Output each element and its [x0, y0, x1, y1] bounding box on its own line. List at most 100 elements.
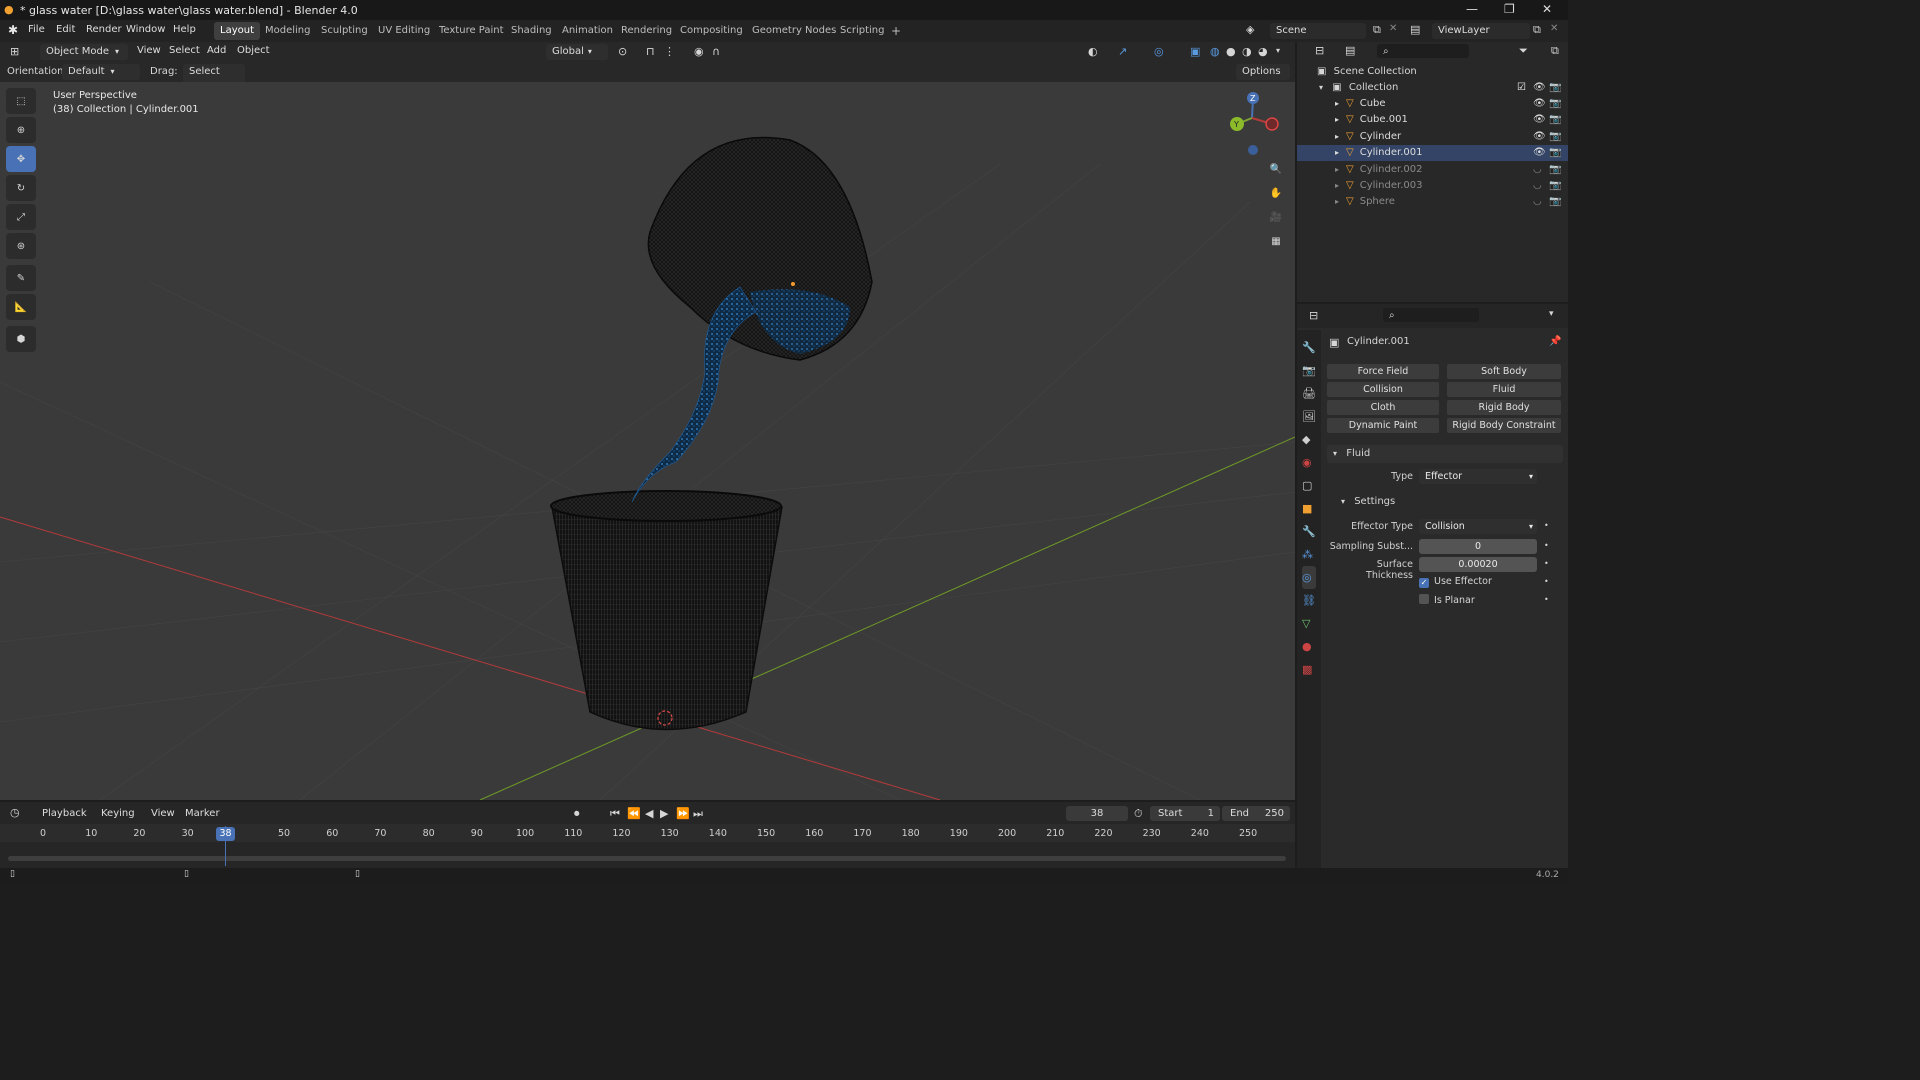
filter-icon[interactable]: ⏷	[1519, 44, 1528, 58]
xray-toggle-icon[interactable]: ▣	[1190, 45, 1200, 58]
outliner-search[interactable]: ⌕	[1377, 44, 1469, 58]
expand-icon[interactable]: ▸	[1335, 197, 1339, 206]
tab-animation[interactable]: Animation	[556, 22, 619, 40]
eye-icon[interactable]: 👁	[1533, 129, 1546, 145]
include-checkbox[interactable]: ☑	[1517, 80, 1526, 96]
timeline-scrollbar[interactable]	[8, 856, 1286, 861]
expand-icon[interactable]: ▸	[1335, 181, 1339, 190]
expand-icon[interactable]: ▾	[1319, 83, 1323, 92]
annotate-tool-icon[interactable]: ✎	[6, 265, 36, 291]
new-collection-icon[interactable]: ⧉	[1551, 44, 1559, 58]
camera-icon[interactable]: 📷	[1549, 80, 1561, 96]
soft-body-button[interactable]: Soft Body	[1447, 364, 1561, 379]
camera-icon[interactable]: 📷	[1549, 178, 1561, 194]
menu-add[interactable]: Add	[207, 45, 226, 56]
material-tab-icon[interactable]: ●	[1302, 635, 1316, 658]
data-tab-icon[interactable]: ▽	[1302, 612, 1316, 635]
is-planar-checkbox[interactable]: Is Planar	[1419, 594, 1475, 606]
rigid-body-button[interactable]: Rigid Body	[1447, 400, 1561, 415]
camera-icon[interactable]: 📷	[1549, 162, 1561, 178]
3d-viewport[interactable]: User Perspective (38) Collection | Cylin…	[0, 82, 1295, 800]
expand-icon[interactable]: ▸	[1335, 148, 1339, 157]
eye-icon[interactable]: 👁	[1533, 80, 1546, 96]
options-button[interactable]: Options	[1236, 64, 1290, 80]
snap-icon[interactable]: ⊓	[646, 45, 655, 58]
expand-icon[interactable]: ▸	[1335, 115, 1339, 124]
visibility-icon[interactable]: ◐	[1088, 45, 1098, 58]
delete-view-layer-icon[interactable]: ✕	[1550, 23, 1558, 34]
pivot-icon[interactable]: ⊙	[618, 45, 627, 58]
tab-scripting[interactable]: Scripting	[834, 22, 890, 40]
outliner-item-cylinder-002[interactable]: ▸ ▽ Cylinder.002 ◡ 📷	[1297, 162, 1568, 178]
keyframe-dot-icon[interactable]: •	[1544, 521, 1549, 530]
use-effector-checkbox[interactable]: ✓ Use Effector	[1419, 576, 1492, 588]
play-icon[interactable]: ▶	[660, 807, 668, 820]
dynamic-paint-button[interactable]: Dynamic Paint	[1327, 418, 1439, 433]
tab-uv-editing[interactable]: UV Editing	[372, 22, 436, 40]
menu-select[interactable]: Select	[169, 45, 200, 56]
menu-view[interactable]: View	[137, 45, 161, 56]
scene-tab-icon[interactable]: ◆	[1302, 428, 1316, 451]
record-icon[interactable]: ⏺	[574, 807, 580, 821]
expand-icon[interactable]: ▸	[1335, 165, 1339, 174]
render-tab-icon[interactable]: 📷	[1302, 359, 1316, 382]
force-field-button[interactable]: Force Field	[1327, 364, 1439, 379]
material-shading-icon[interactable]: ◑	[1242, 45, 1252, 58]
rendered-shading-icon[interactable]: ◕	[1258, 45, 1268, 58]
menu-object[interactable]: Object	[237, 45, 270, 56]
menu-window[interactable]: Window	[126, 24, 165, 35]
pan-hand-icon[interactable]: ✋	[1265, 182, 1287, 204]
constraints-tab-icon[interactable]: ⛓	[1302, 589, 1316, 612]
outliner-editor-icon[interactable]: ⊟	[1315, 44, 1324, 57]
menu-file[interactable]: File	[28, 24, 45, 35]
expand-icon[interactable]: ▸	[1335, 132, 1339, 141]
proportional-edit-icon[interactable]: ◉	[694, 45, 704, 58]
outliner-scene-collection[interactable]: ▣ Scene Collection	[1297, 64, 1568, 80]
rigid-body-constraint-button[interactable]: Rigid Body Constraint	[1447, 418, 1561, 433]
new-scene-icon[interactable]: ⧉	[1373, 23, 1381, 37]
gizmo-neg-z-axis[interactable]	[1248, 145, 1258, 155]
measure-tool-icon[interactable]: 📐	[6, 294, 36, 320]
outliner-item-cylinder[interactable]: ▸ ▽ Cylinder 👁 📷	[1297, 129, 1568, 145]
play-reverse-icon[interactable]: ◀	[645, 807, 653, 820]
timeline-editor-icon[interactable]: ◷	[10, 806, 20, 819]
outliner-item-cube-001[interactable]: ▸ ▽ Cube.001 👁 📷	[1297, 112, 1568, 128]
menu-marker[interactable]: Marker	[185, 808, 220, 819]
eye-closed-icon[interactable]: ◡	[1533, 194, 1542, 210]
transform-tool-icon[interactable]: ⊛	[6, 233, 36, 259]
minimize-button[interactable]: —	[1466, 2, 1478, 16]
object-tab-icon[interactable]: ■	[1302, 497, 1316, 520]
camera-view-icon[interactable]: 🎥	[1265, 206, 1287, 228]
properties-search[interactable]: ⌕	[1383, 308, 1479, 322]
collection-tab-icon[interactable]: ▢	[1302, 474, 1316, 497]
tab-sculpting[interactable]: Sculpting	[315, 22, 374, 40]
camera-icon[interactable]: 📷	[1549, 96, 1561, 112]
delete-scene-icon[interactable]: ✕	[1389, 23, 1397, 34]
orientation-selector[interactable]: Default ▾	[62, 64, 140, 80]
outliner-collection[interactable]: ▾ ▣ Collection ☑ 👁 📷	[1297, 80, 1568, 96]
keyframe-dot-icon[interactable]: •	[1544, 595, 1549, 604]
tab-texture-paint[interactable]: Texture Paint	[433, 22, 510, 40]
blender-menu-icon[interactable]: ✱	[8, 23, 18, 37]
end-frame-field[interactable]: End 250	[1222, 806, 1290, 821]
physics-tab-icon[interactable]: ◎	[1302, 566, 1316, 589]
camera-icon[interactable]: 📷	[1549, 194, 1561, 210]
view-layer-selector[interactable]: ViewLayer	[1432, 23, 1530, 39]
mode-selector[interactable]: Object Mode ▾	[40, 44, 128, 60]
outliner-item-sphere[interactable]: ▸ ▽ Sphere ◡ 📷	[1297, 194, 1568, 210]
snap-target-icon[interactable]: ⋮	[664, 45, 675, 58]
cursor-tool-icon[interactable]: ⊕	[6, 117, 36, 143]
display-mode-icon[interactable]: ▤	[1345, 44, 1355, 57]
add-cube-tool-icon[interactable]: ⬢	[6, 326, 36, 352]
menu-help[interactable]: Help	[173, 24, 196, 35]
close-button[interactable]: ✕	[1542, 2, 1552, 16]
overlay-toggle-icon[interactable]: ◎	[1154, 45, 1164, 58]
select-box-tool-icon[interactable]: ⬚	[6, 88, 36, 114]
eye-closed-icon[interactable]: ◡	[1533, 178, 1542, 194]
solid-shading-icon[interactable]: ●	[1226, 45, 1236, 58]
menu-view[interactable]: View	[151, 808, 175, 819]
transform-orientation[interactable]: Global ▾	[546, 44, 608, 60]
tool-tab-icon[interactable]: 🔧	[1302, 336, 1316, 359]
outliner-item-cylinder-001[interactable]: ▸ ▽ Cylinder.001 👁 📷	[1297, 145, 1568, 162]
prev-keyframe-icon[interactable]: ⏪	[627, 807, 641, 820]
